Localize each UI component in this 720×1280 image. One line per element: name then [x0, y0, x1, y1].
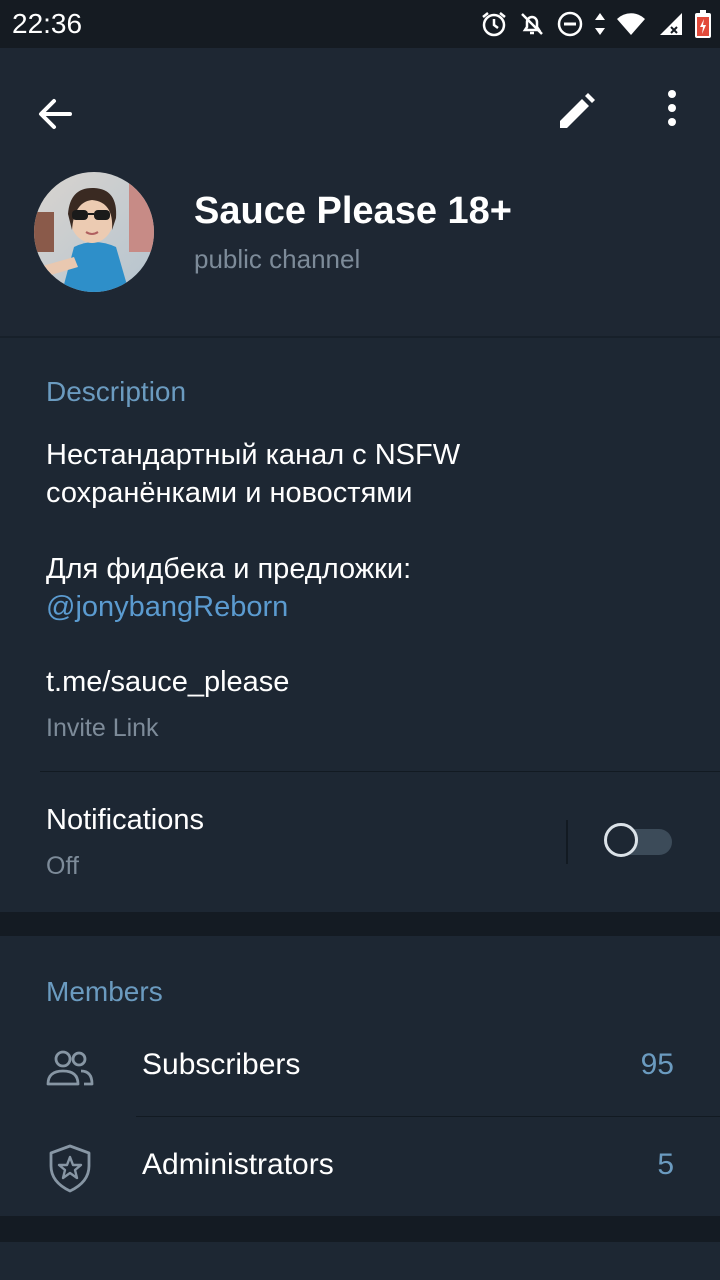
notifications-toggle[interactable]	[604, 823, 672, 857]
shield-star-icon	[49, 1144, 91, 1193]
subscribers-label: Subscribers	[142, 1048, 301, 1081]
channel-header: Sauce Please 18+ public channel	[0, 48, 720, 336]
notifications-status: Off	[46, 852, 79, 880]
data-transfer-icon	[595, 13, 605, 35]
description-header: Description	[46, 376, 187, 407]
notifications-label: Notifications	[46, 804, 204, 836]
edit-button[interactable]	[548, 84, 604, 140]
toggle-separator	[566, 820, 568, 864]
members-header: Members	[46, 976, 163, 1007]
alarm-icon	[482, 12, 506, 37]
more-options-button[interactable]	[650, 84, 694, 144]
toggle-knob	[604, 823, 638, 857]
section-gap	[0, 912, 720, 936]
status-time: 22:36	[12, 8, 83, 39]
info-section: Description Нестандартный канал с NSFW с…	[0, 338, 720, 912]
signal-icon	[660, 13, 682, 35]
section-gap-2	[0, 1216, 720, 1242]
members-divider	[136, 1116, 720, 1117]
channel-type: public channel	[194, 244, 361, 274]
members-section: Members Subscribers 95 Administrators 5	[0, 936, 720, 1216]
do-not-disturb-icon	[557, 11, 583, 37]
battery-icon	[695, 10, 711, 38]
feedback-line: Для фидбека и предложки:	[46, 553, 412, 585]
section-divider	[40, 771, 720, 772]
description-line-1: Нестандартный канал с NSFW	[46, 439, 461, 471]
invite-link-label: Invite Link	[46, 714, 159, 742]
feedback-mention-link[interactable]: @jonybangReborn	[46, 588, 288, 626]
channel-title: Sauce Please 18+	[194, 190, 512, 232]
back-button[interactable]	[28, 86, 84, 142]
more-vertical-icon	[668, 90, 676, 126]
avatar-photo	[34, 172, 154, 292]
bottom-section	[0, 1242, 720, 1280]
notifications-off-icon	[521, 13, 543, 35]
wifi-icon	[617, 13, 645, 36]
status-bar: 22:36	[0, 0, 720, 48]
pencil-icon	[560, 93, 595, 128]
invite-link[interactable]: t.me/sauce_please	[46, 663, 289, 701]
subscribers-count: 95	[640, 1048, 674, 1081]
arrow-left-icon	[39, 99, 72, 129]
administrators-count: 5	[657, 1148, 674, 1181]
users-icon	[46, 1050, 94, 1086]
status-icons	[480, 8, 712, 40]
description-line-2: сохранёнками и новостями	[46, 477, 413, 509]
administrators-label: Administrators	[142, 1148, 334, 1181]
channel-avatar[interactable]	[34, 172, 154, 292]
